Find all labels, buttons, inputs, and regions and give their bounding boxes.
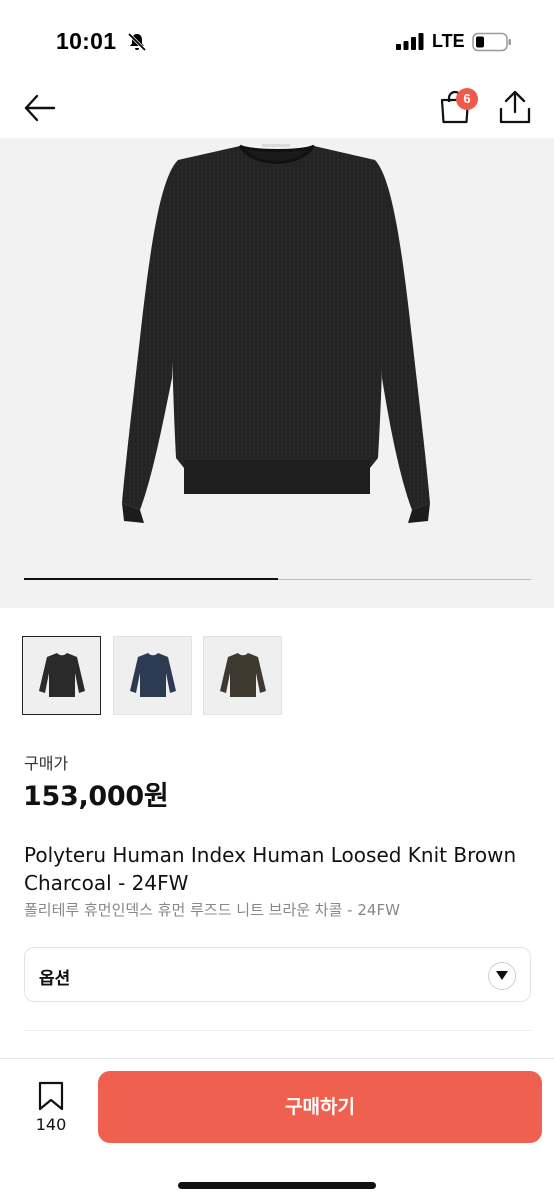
share-icon[interactable] (498, 89, 532, 125)
signal-icon (396, 33, 424, 50)
product-image-gallery[interactable] (0, 138, 554, 608)
wishlist-button[interactable]: 140 (28, 1081, 74, 1141)
variant-thumbnail-brown[interactable] (203, 636, 282, 715)
cart-count-badge: 6 (456, 88, 478, 110)
section-divider (24, 1030, 531, 1031)
option-dropdown-button[interactable] (488, 962, 516, 990)
top-nav: 6 (0, 84, 554, 138)
option-select[interactable]: 옵션 (24, 947, 531, 1002)
bookmark-icon (38, 1081, 64, 1111)
price-value: 153,000원 (23, 781, 169, 812)
network-type: LTE (432, 31, 465, 51)
option-label: 옵션 (39, 969, 71, 989)
product-image-sweater (122, 144, 430, 523)
color-variant-list (22, 636, 292, 716)
product-subtitle-korean: 폴리테루 휴먼인덱스 휴먼 루즈드 니트 브라운 차콜 - 24FW (24, 901, 400, 919)
battery-icon (472, 32, 511, 52)
home-indicator (178, 1182, 376, 1189)
bell-slash-icon (127, 32, 147, 52)
status-time: 10:01 (56, 28, 117, 54)
buy-button[interactable]: 구매하기 (98, 1071, 542, 1143)
status-bar: 10:01 LTE (0, 0, 554, 84)
variant-thumbnail-black[interactable] (22, 636, 101, 715)
wishlist-count: 140 (35, 1115, 67, 1134)
bottom-action-bar: 140 구매하기 (0, 1058, 554, 1200)
variant-thumbnail-navy[interactable] (113, 636, 192, 715)
product-title: Polyteru Human Index Human Loosed Knit B… (24, 843, 517, 895)
back-arrow-icon[interactable] (22, 90, 58, 126)
gallery-progress-indicator (24, 578, 278, 580)
variant-image-navy (130, 653, 176, 697)
chevron-down-icon (496, 971, 508, 980)
price-label: 구매가 (24, 754, 69, 773)
variant-image-brown (220, 653, 266, 697)
variant-image-black (39, 653, 85, 697)
